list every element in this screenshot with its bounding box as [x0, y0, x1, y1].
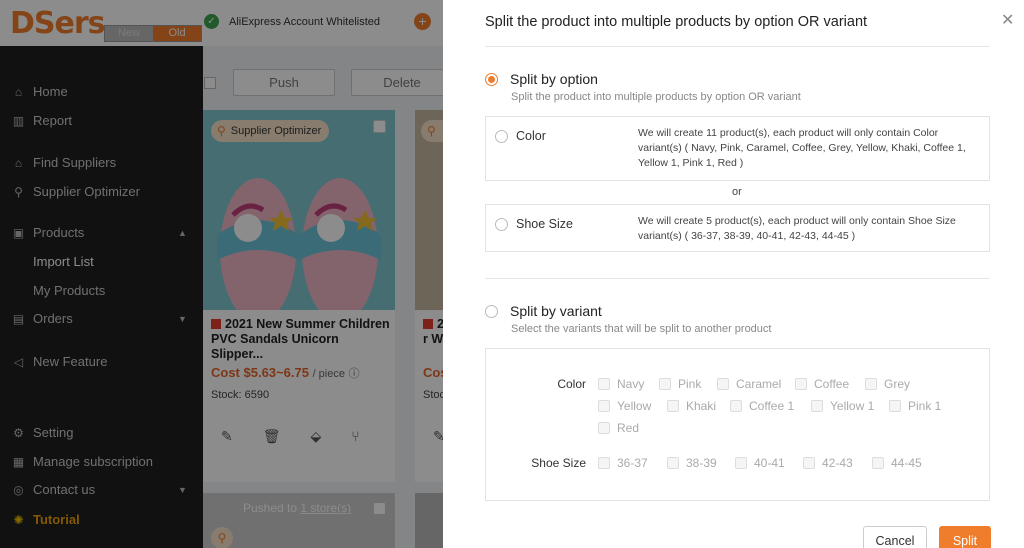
variant-label: Grey: [884, 377, 911, 391]
checkbox[interactable]: [717, 378, 729, 390]
option-color-text: We will create 11 product(s), each produ…: [638, 127, 966, 169]
variant-label: Navy: [617, 377, 645, 391]
modal-overlay[interactable]: [0, 0, 443, 548]
variant-checkbox-coffee-1[interactable]: Coffee 1: [730, 399, 794, 413]
checkbox[interactable]: [889, 400, 901, 412]
variant-label: Coffee: [814, 377, 850, 391]
variant-label: Red: [617, 421, 640, 435]
checkbox[interactable]: [811, 400, 823, 412]
checkbox[interactable]: [735, 457, 747, 469]
variant-selection-box: Color Navy Pink Caramel Coffee Grey Yell…: [485, 348, 990, 501]
drawer-title: Split the product into multiple products…: [485, 14, 868, 30]
shoe-size-row-label: Shoe Size: [531, 456, 586, 470]
cancel-button[interactable]: Cancel: [863, 526, 927, 548]
split-by-option-description: Split the product into multiple products…: [511, 91, 801, 103]
variant-label: Yellow: [617, 399, 652, 413]
variant-checkbox-40-41[interactable]: 40-41: [735, 456, 785, 470]
checkbox[interactable]: [872, 457, 884, 469]
option-shoe-size-radio[interactable]: [495, 218, 508, 231]
variant-checkbox-38-39[interactable]: 38-39: [667, 456, 717, 470]
split-product-drawer: Split the product into multiple products…: [443, 0, 1024, 548]
variant-checkbox-42-43[interactable]: 42-43: [803, 456, 853, 470]
checkbox[interactable]: [667, 457, 679, 469]
variant-checkbox-red[interactable]: Red: [598, 421, 639, 435]
variant-label: Pink 1: [908, 399, 942, 413]
variant-label: 40-41: [754, 456, 785, 470]
split-by-variant-label[interactable]: Split by variant: [510, 303, 602, 319]
variant-label: Yellow 1: [830, 399, 875, 413]
checkbox[interactable]: [667, 400, 679, 412]
checkbox[interactable]: [730, 400, 742, 412]
variant-label: 42-43: [822, 456, 853, 470]
variant-label: 38-39: [686, 456, 717, 470]
checkbox[interactable]: [598, 457, 610, 469]
split-by-option-radio[interactable]: [485, 73, 498, 86]
variant-label: Caramel: [736, 377, 782, 391]
split-by-option-label[interactable]: Split by option: [510, 71, 598, 87]
option-shoe-size-text: We will create 5 product(s), each produc…: [638, 215, 956, 242]
variant-checkbox-caramel[interactable]: Caramel: [717, 377, 781, 391]
checkbox[interactable]: [803, 457, 815, 469]
variant-checkbox-grey[interactable]: Grey: [865, 377, 910, 391]
divider: [485, 46, 990, 47]
variant-checkbox-coffee[interactable]: Coffee: [795, 377, 849, 391]
checkbox[interactable]: [598, 400, 610, 412]
option-shoe-size-name: Shoe Size: [516, 217, 573, 231]
variant-checkbox-44-45[interactable]: 44-45: [872, 456, 922, 470]
color-row-label: Color: [557, 377, 586, 391]
variant-checkbox-khaki[interactable]: Khaki: [667, 399, 716, 413]
split-by-variant-description: Select the variants that will be split t…: [511, 323, 772, 335]
checkbox[interactable]: [865, 378, 877, 390]
variant-checkbox-navy[interactable]: Navy: [598, 377, 644, 391]
variant-label: Coffee 1: [749, 399, 795, 413]
variant-checkbox-pink[interactable]: Pink: [659, 377, 701, 391]
split-button[interactable]: Split: [939, 526, 991, 548]
option-shoe-size-box[interactable]: Shoe Size We will create 5 product(s), e…: [485, 204, 990, 252]
option-color-radio[interactable]: [495, 130, 508, 143]
variant-checkbox-36-37[interactable]: 36-37: [598, 456, 648, 470]
or-separator: or: [732, 186, 742, 198]
checkbox[interactable]: [659, 378, 671, 390]
option-color-box[interactable]: Color We will create 11 product(s), each…: [485, 116, 990, 181]
variant-label: Pink: [678, 377, 702, 391]
variant-label: 36-37: [617, 456, 648, 470]
variant-label: Khaki: [686, 399, 717, 413]
checkbox[interactable]: [795, 378, 807, 390]
split-by-variant-radio[interactable]: [485, 305, 498, 318]
option-color-name: Color: [516, 129, 546, 143]
variant-checkbox-pink-1[interactable]: Pink 1: [889, 399, 941, 413]
variant-label: 44-45: [891, 456, 922, 470]
checkbox[interactable]: [598, 378, 610, 390]
variant-checkbox-yellow[interactable]: Yellow: [598, 399, 651, 413]
divider: [485, 278, 990, 279]
checkbox[interactable]: [598, 422, 610, 434]
close-icon[interactable]: ✕: [1001, 10, 1014, 30]
variant-checkbox-yellow-1[interactable]: Yellow 1: [811, 399, 874, 413]
